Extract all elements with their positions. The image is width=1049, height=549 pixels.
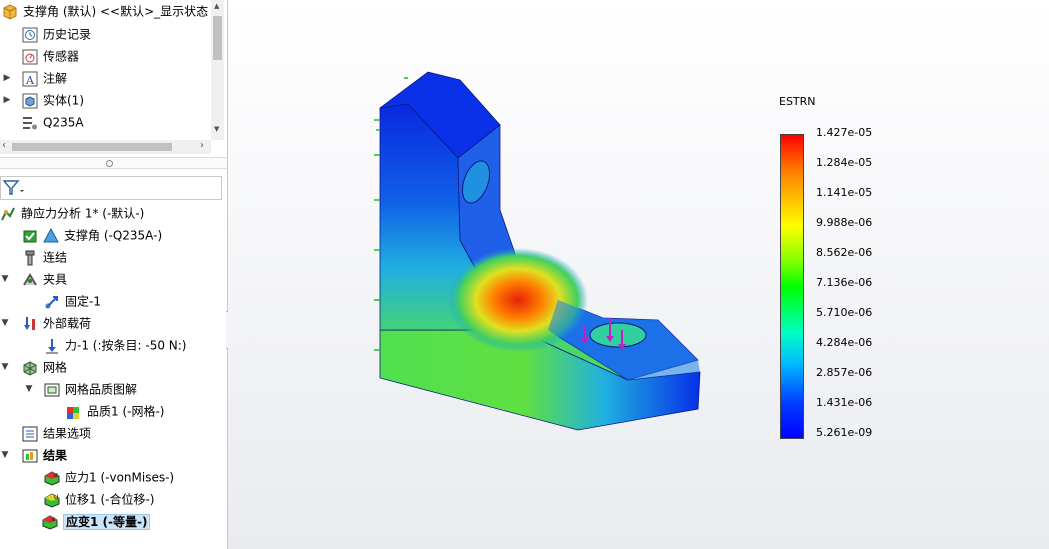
external-loads-icon [24,316,35,330]
svg-text:A: A [25,74,35,87]
legend-label: 1.141e-05 [816,186,873,199]
svg-text:ε: ε [52,516,55,523]
legend-label: 4.284e-06 [816,336,873,349]
tree-item-history-label: 历史记录 [43,27,92,42]
legend-label: 5.710e-06 [816,306,873,319]
connections-label: 连结 [43,250,68,265]
expand-arrow-mesh-quality[interactable]: ▼ [24,378,34,400]
root-part-node[interactable]: 支撑角 (默认) <<默认>_显示状态 1 [2,0,220,22]
history-icon [22,27,38,42]
quality-1-label: 品质1 (-网格-) [87,404,165,419]
study-label: 静应力分析 1* (-默认-) [21,206,145,221]
mesh-quality-plot-label: 网格品质图解 [65,382,138,397]
mesh-quality-plot-node[interactable]: 网格品质图解 [44,378,137,400]
legend-title: ESTRN [779,95,816,108]
tree-item-material[interactable]: Q235A [22,111,84,133]
legend-label: 8.562e-06 [816,246,873,259]
tree-item-solid-body-label: 实体(1) [43,93,84,108]
legend-label: 9.988e-06 [816,216,873,229]
strain-plot-icon: ε [42,514,58,530]
fixture-1-label: 固定-1 [65,294,101,309]
stress-1-node[interactable]: σ 应力1 (-vonMises-) [44,466,174,488]
legend-label: 1.431e-06 [816,396,873,409]
tree-item-solid-body[interactable]: 实体(1) [22,89,84,111]
vscroll-thumb[interactable] [213,16,222,60]
force-1-node[interactable]: 力-1 (:按条目: -50 N:) [44,334,186,356]
expand-arrow-results[interactable]: ▼ [0,444,10,466]
graphics-viewport[interactable]: ESTRN 1.427e-05 1.284e-05 1.141e-05 9.98… [228,0,1049,549]
fixtures-node[interactable]: 夹具 [22,268,67,290]
external-loads-label: 外部载荷 [43,316,92,331]
tree-item-sensor[interactable]: 传感器 [22,45,79,67]
expand-arrow-external-loads[interactable]: ▼ [0,312,10,334]
part-node[interactable]: 支撑角 (-Q235A-) [22,224,162,246]
legend-label: 5.261e-09 [816,426,873,439]
fixed-geometry-icon [45,295,58,308]
folder-icon [44,383,60,396]
tree-item-sensor-label: 传感器 [43,49,80,64]
expand-arrow-solid-body[interactable]: ▶ [2,89,12,111]
force-1-label: 力-1 (:按条目: -50 N:) [65,338,187,353]
stress-plot-icon: σ [44,470,60,486]
legend-label: 7.136e-06 [816,276,873,289]
fixtures-icon [23,272,37,286]
filter-bar[interactable] [0,176,222,200]
connections-icon [25,250,35,265]
sensor-icon [22,49,38,64]
panel-splitter[interactable] [0,157,227,169]
mesh-icon [23,360,37,376]
fixture-1-node[interactable]: 固定-1 [44,290,101,312]
annotation-icon: A [22,71,38,87]
legend-label: 2.857e-06 [816,366,873,379]
static-study-icon [1,207,15,220]
displacement-1-node[interactable]: U 位移1 (-合位移-) [44,488,154,510]
root-part-label: 支撑角 (默认) <<默认>_显示状态 1 [23,4,220,19]
strain-1-node[interactable]: ε 应变1 (-等量-) [42,510,151,532]
strain-1-label: 应变1 (-等量-) [63,513,151,530]
displacement-plot-icon: U [44,492,60,508]
stress-1-label: 应力1 (-vonMises-) [65,470,175,485]
tree-item-history[interactable]: 历史记录 [22,23,91,45]
filter-icon[interactable] [3,180,25,196]
expand-arrow-fixtures[interactable]: ▼ [0,268,10,290]
legend-color-bar [780,134,804,439]
mesh-node[interactable]: 网格 [22,356,67,378]
feature-tree-vscrollbar[interactable]: ▲ ▼ [211,0,224,140]
checked-part-icon [23,230,37,242]
result-options-icon [22,426,38,441]
part-icon [3,3,17,20]
material-icon [23,116,37,129]
feature-tree-hscrollbar[interactable]: ‹ › [0,140,211,154]
expand-arrow-annotation[interactable]: ▶ [2,67,12,89]
mesh-label: 网格 [43,360,68,375]
displacement-1-label: 位移1 (-合位移-) [65,492,155,507]
expand-arrow-mesh[interactable]: ▼ [0,356,10,378]
quality-1-node[interactable]: 品质1 (-网格-) [66,400,164,422]
tree-item-annotation[interactable]: A 注解 [22,67,67,89]
results-node[interactable]: 结果 [22,444,67,466]
study-node[interactable]: 静应力分析 1* (-默认-) [0,202,144,224]
svg-text:U: U [54,494,58,501]
connections-node[interactable]: 连结 [22,246,67,268]
hscroll-thumb[interactable] [12,143,172,151]
tree-item-material-label: Q235A [43,115,84,130]
quality-plot-icon [67,406,79,419]
solid-part-icon [43,227,59,242]
strain-plot-model [374,71,701,431]
results-folder-icon [22,449,38,462]
external-loads-node[interactable]: 外部载荷 [22,312,91,334]
results-label: 结果 [43,448,68,463]
part-label: 支撑角 (-Q235A-) [64,228,163,243]
force-arrow-icon [46,338,58,353]
legend-label: 1.427e-05 [816,126,873,139]
solid-body-icon [22,93,38,108]
svg-text:σ: σ [54,472,58,479]
result-options-node[interactable]: 结果选项 [22,422,91,444]
feature-manager-panel: 支撑角 (默认) <<默认>_显示状态 1 历史记录 传感器 ▶ A 注解 ▶ 实… [0,0,228,549]
tree-item-annotation-label: 注解 [43,71,68,86]
result-options-label: 结果选项 [43,426,92,441]
fixtures-label: 夹具 [43,272,68,287]
legend-label: 1.284e-05 [816,156,873,169]
